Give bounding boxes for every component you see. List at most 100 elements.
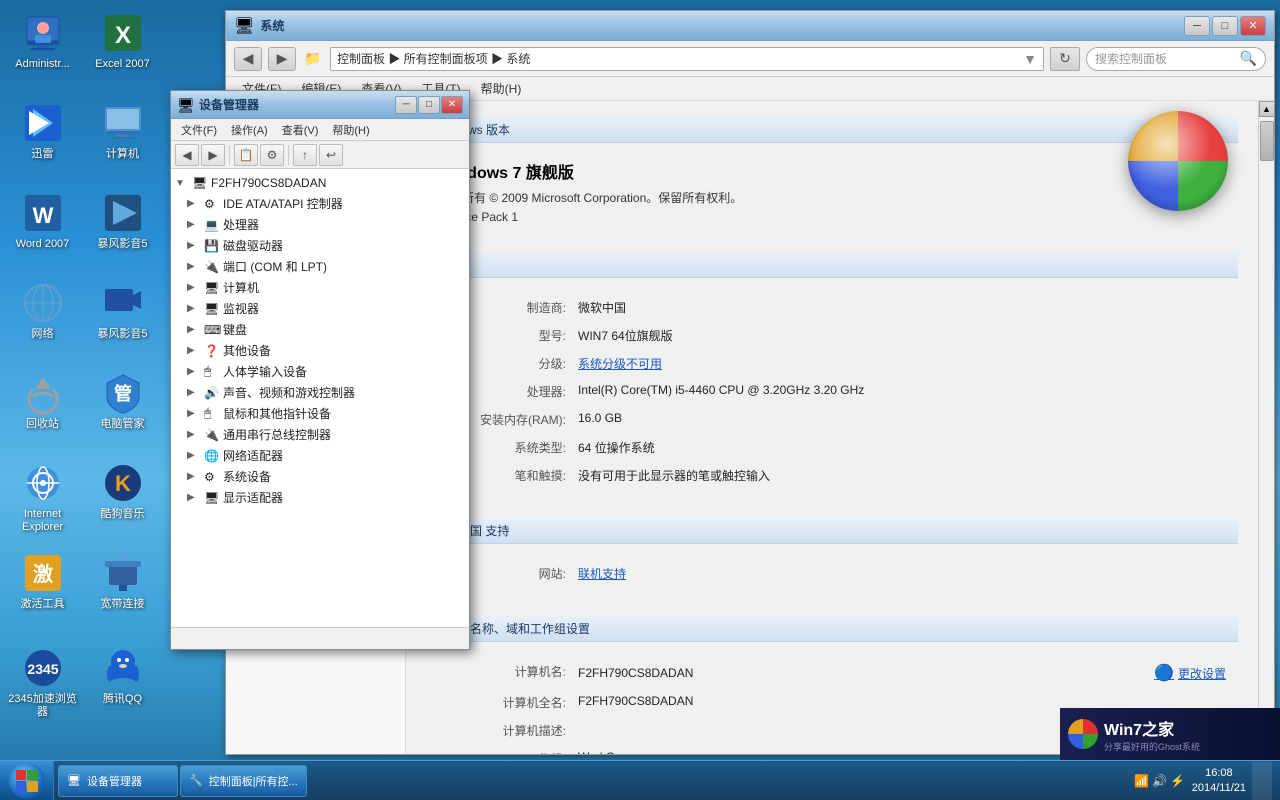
dm-item-6[interactable]: ▶ ⌨ 键盘 (171, 319, 469, 340)
desktop-icon-ie[interactable]: Internet Explorer (5, 455, 80, 535)
minimize-button[interactable]: ─ (1184, 16, 1210, 36)
tray-volume-icon[interactable]: 🔊 (1152, 773, 1168, 789)
desktop-icon-recycle[interactable]: 回收站 (5, 365, 80, 445)
support-section: 微软中国 支持 网站: 联机支持 (426, 518, 1238, 596)
item3-expand[interactable]: ▶ (187, 261, 201, 272)
dm-item-5[interactable]: ▶ 🖥 监视器 (171, 298, 469, 319)
maximize-button[interactable]: □ (1212, 16, 1238, 36)
address-path[interactable]: 控制面板 ▶ 所有控制面板项 ▶ 系统 ▼ (330, 47, 1044, 71)
item14-expand[interactable]: ▶ (187, 492, 201, 503)
item12-expand[interactable]: ▶ (187, 450, 201, 461)
desktop-icon-network[interactable]: 网络 (5, 275, 80, 355)
close-button[interactable]: ✕ (1240, 16, 1266, 36)
website-value[interactable]: 联机支持 (578, 565, 1226, 582)
dm-rollback-btn[interactable]: ↩ (319, 144, 343, 166)
scroll-thumb[interactable] (1260, 121, 1274, 161)
change-settings-link[interactable]: 🔵 更改设置 (1154, 663, 1226, 683)
taskbar-item-cpanel[interactable]: 🔧 控制面板|所有控... (180, 765, 307, 797)
promo-logo (1068, 719, 1098, 749)
taskbar-devmgr-icon: 🖥 (67, 774, 81, 787)
scroll-up-button[interactable]: ▲ (1259, 101, 1275, 117)
item8-expand[interactable]: ▶ (187, 366, 201, 377)
dm-close-button[interactable]: ✕ (441, 96, 463, 114)
dm-tree-root[interactable]: ▼ 🖥 F2FH790CS8DADAN (171, 173, 469, 193)
dm-maximize-button[interactable]: □ (418, 96, 440, 114)
desktop-icon-broadband[interactable]: 宽带连接 (85, 545, 160, 625)
dm-minimize-button[interactable]: ─ (395, 96, 417, 114)
folder-icon: 📁 (302, 48, 324, 70)
item10-expand[interactable]: ▶ (187, 408, 201, 419)
desktop-icon-xunlei[interactable]: 迅雷 (5, 95, 80, 175)
search-box[interactable]: 搜索控制面板 🔍 (1086, 47, 1266, 71)
dm-item-9[interactable]: ▶ 🔊 声音、视频和游戏控制器 (171, 382, 469, 403)
rating-value[interactable]: 系统分级不可用 (578, 355, 1226, 372)
desktop-icon-video2[interactable]: 暴风影音5 (85, 275, 160, 355)
dm-forward-btn[interactable]: ▶ (201, 144, 225, 166)
tray-battery-icon[interactable]: ⚡ (1170, 773, 1186, 789)
windows-logo-area (1128, 111, 1228, 211)
excel-icon: X (101, 11, 145, 55)
dm-item-14[interactable]: ▶ 🖥 显示适配器 (171, 487, 469, 508)
desktop-icon-activation[interactable]: 激 激活工具 (5, 545, 80, 625)
dm-menu-help[interactable]: 帮助(H) (326, 120, 375, 140)
dm-menu-file[interactable]: 文件(F) (175, 120, 223, 140)
refresh-button[interactable]: ↻ (1050, 47, 1080, 71)
desktop-icon-video[interactable]: 暴风影音5 (85, 185, 160, 265)
scrollbar: ▲ ▼ (1258, 101, 1274, 754)
tray-network-icon[interactable]: 📶 (1134, 773, 1150, 789)
dm-item-1[interactable]: ▶ 💻 处理器 (171, 214, 469, 235)
item1-expand[interactable]: ▶ (187, 219, 201, 230)
svg-text:激: 激 (33, 562, 53, 586)
desktop-icon-computer[interactable]: 计算机 (85, 95, 160, 175)
clock-time: 16:08 (1192, 766, 1246, 780)
desktop-icon-pcmanager[interactable]: 管 电脑管家 (85, 365, 160, 445)
item5-expand[interactable]: ▶ (187, 303, 201, 314)
dm-item-8[interactable]: ▶ 🖱 人体学输入设备 (171, 361, 469, 382)
dm-item-11[interactable]: ▶ 🔌 通用串行总线控制器 (171, 424, 469, 445)
item13-expand[interactable]: ▶ (187, 471, 201, 482)
back-button[interactable]: ◀ (234, 47, 262, 71)
item9-expand[interactable]: ▶ (187, 387, 201, 398)
desktop-icon-excel[interactable]: X Excel 2007 (85, 5, 160, 85)
taskbar-item-devmgr[interactable]: 🖥 设备管理器 (58, 765, 178, 797)
speed-label: 2345加速浏览器 (7, 693, 79, 719)
ie-label: Internet Explorer (7, 508, 79, 534)
item11-expand[interactable]: ▶ (187, 429, 201, 440)
desktop-icon-admin[interactable]: Administr... (5, 5, 80, 85)
clock-display[interactable]: 16:08 2014/11/21 (1192, 766, 1246, 795)
item7-icon: ❓ (204, 343, 220, 359)
desktop-icon-kuwo[interactable]: K 酷狗音乐 (85, 455, 160, 535)
dm-properties-btn[interactable]: ⚙ (260, 144, 284, 166)
dm-item-4[interactable]: ▶ 🖥 计算机 (171, 277, 469, 298)
dm-item-13[interactable]: ▶ ⚙ 系统设备 (171, 466, 469, 487)
xunlei-label: 迅雷 (32, 148, 54, 161)
dm-item-10[interactable]: ▶ 🖱 鼠标和其他指针设备 (171, 403, 469, 424)
dm-item-2[interactable]: ▶ 💾 磁盘驱动器 (171, 235, 469, 256)
dm-item-0[interactable]: ▶ ⚙ IDE ATA/ATAPI 控制器 (171, 193, 469, 214)
desktop-icon-qq[interactable]: 腾讯QQ (85, 640, 160, 720)
desc-label: 计算机描述: (438, 722, 578, 739)
dm-item-3-label: 端口 (COM 和 LPT) (223, 258, 327, 275)
item7-expand[interactable]: ▶ (187, 345, 201, 356)
dm-refresh-btn[interactable]: 📋 (234, 144, 258, 166)
menu-help[interactable]: 帮助(H) (473, 78, 530, 99)
item0-expand[interactable]: ▶ (187, 198, 201, 209)
start-button[interactable] (0, 761, 54, 800)
dm-back-btn[interactable]: ◀ (175, 144, 199, 166)
show-desktop-button[interactable] (1252, 762, 1272, 800)
dm-update-btn[interactable]: ↑ (293, 144, 317, 166)
dm-item-7[interactable]: ▶ ❓ 其他设备 (171, 340, 469, 361)
cp-window-controls: ─ □ ✕ (1184, 16, 1266, 36)
dm-item-12[interactable]: ▶ 🌐 网络适配器 (171, 445, 469, 466)
clock-date: 2014/11/21 (1192, 781, 1246, 795)
address-dropdown-icon[interactable]: ▼ (1023, 51, 1037, 67)
dm-menu-view[interactable]: 查看(V) (276, 120, 325, 140)
item4-expand[interactable]: ▶ (187, 282, 201, 293)
desktop-icon-speed[interactable]: 2345 2345加速浏览器 (5, 640, 80, 720)
desktop-icon-word[interactable]: W Word 2007 (5, 185, 80, 265)
dm-menu-action[interactable]: 操作(A) (225, 120, 274, 140)
forward-button[interactable]: ▶ (268, 47, 296, 71)
dm-item-3[interactable]: ▶ 🔌 端口 (COM 和 LPT) (171, 256, 469, 277)
item6-expand[interactable]: ▶ (187, 324, 201, 335)
item2-expand[interactable]: ▶ (187, 240, 201, 251)
